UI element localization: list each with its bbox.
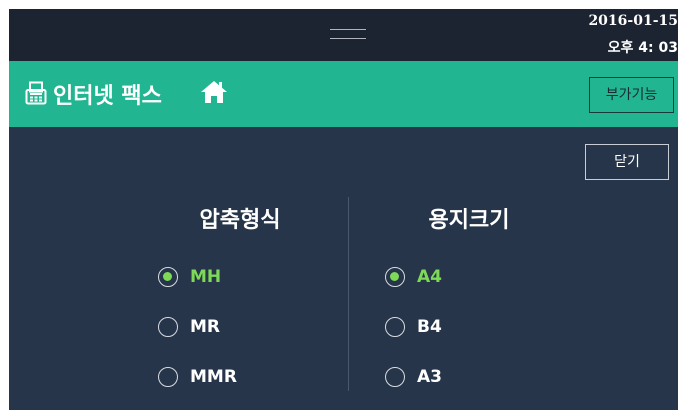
home-icon[interactable] (200, 80, 228, 104)
radio-unchecked-icon[interactable] (158, 317, 178, 337)
compression-format-title: 압축형식 (199, 208, 281, 233)
status-date: 2016-01-15 (588, 13, 678, 29)
column-divider (348, 197, 349, 391)
fax-settings-screen: 2016-01-15 오후 4: 03 인터넷 팩스 부가기능 닫기 압축형식 … (9, 9, 678, 410)
option-label: MMR (190, 367, 237, 387)
status-bar: 2016-01-15 오후 4: 03 (9, 9, 678, 61)
radio-checked-icon[interactable] (385, 267, 405, 287)
drag-handle-icon[interactable] (330, 29, 366, 39)
close-button[interactable]: 닫기 (585, 144, 669, 180)
option-label: A3 (417, 367, 442, 387)
extra-features-button[interactable]: 부가기능 (589, 77, 674, 113)
radio-checked-icon[interactable] (158, 267, 178, 287)
compression-option-mr[interactable]: MR (158, 313, 220, 341)
paper-option-a4[interactable]: A4 (385, 263, 442, 291)
radio-unchecked-icon[interactable] (385, 367, 405, 387)
option-label: B4 (417, 317, 442, 337)
compression-option-mh[interactable]: MH (158, 263, 221, 291)
status-time: 오후 4: 03 (607, 40, 678, 56)
radio-unchecked-icon[interactable] (158, 367, 178, 387)
option-label: MR (190, 317, 221, 337)
paper-size-title: 용지크기 (428, 208, 510, 233)
option-label: MH (190, 267, 222, 287)
paper-option-a3[interactable]: A3 (385, 363, 442, 391)
radio-unchecked-icon[interactable] (385, 317, 405, 337)
app-header: 인터넷 팩스 부가기능 (9, 61, 678, 127)
compression-option-mmr[interactable]: MMR (158, 363, 237, 391)
paper-option-b4[interactable]: B4 (385, 313, 442, 341)
app-title: 인터넷 팩스 (53, 84, 162, 109)
fax-icon (25, 81, 47, 105)
option-label: A4 (417, 267, 442, 287)
